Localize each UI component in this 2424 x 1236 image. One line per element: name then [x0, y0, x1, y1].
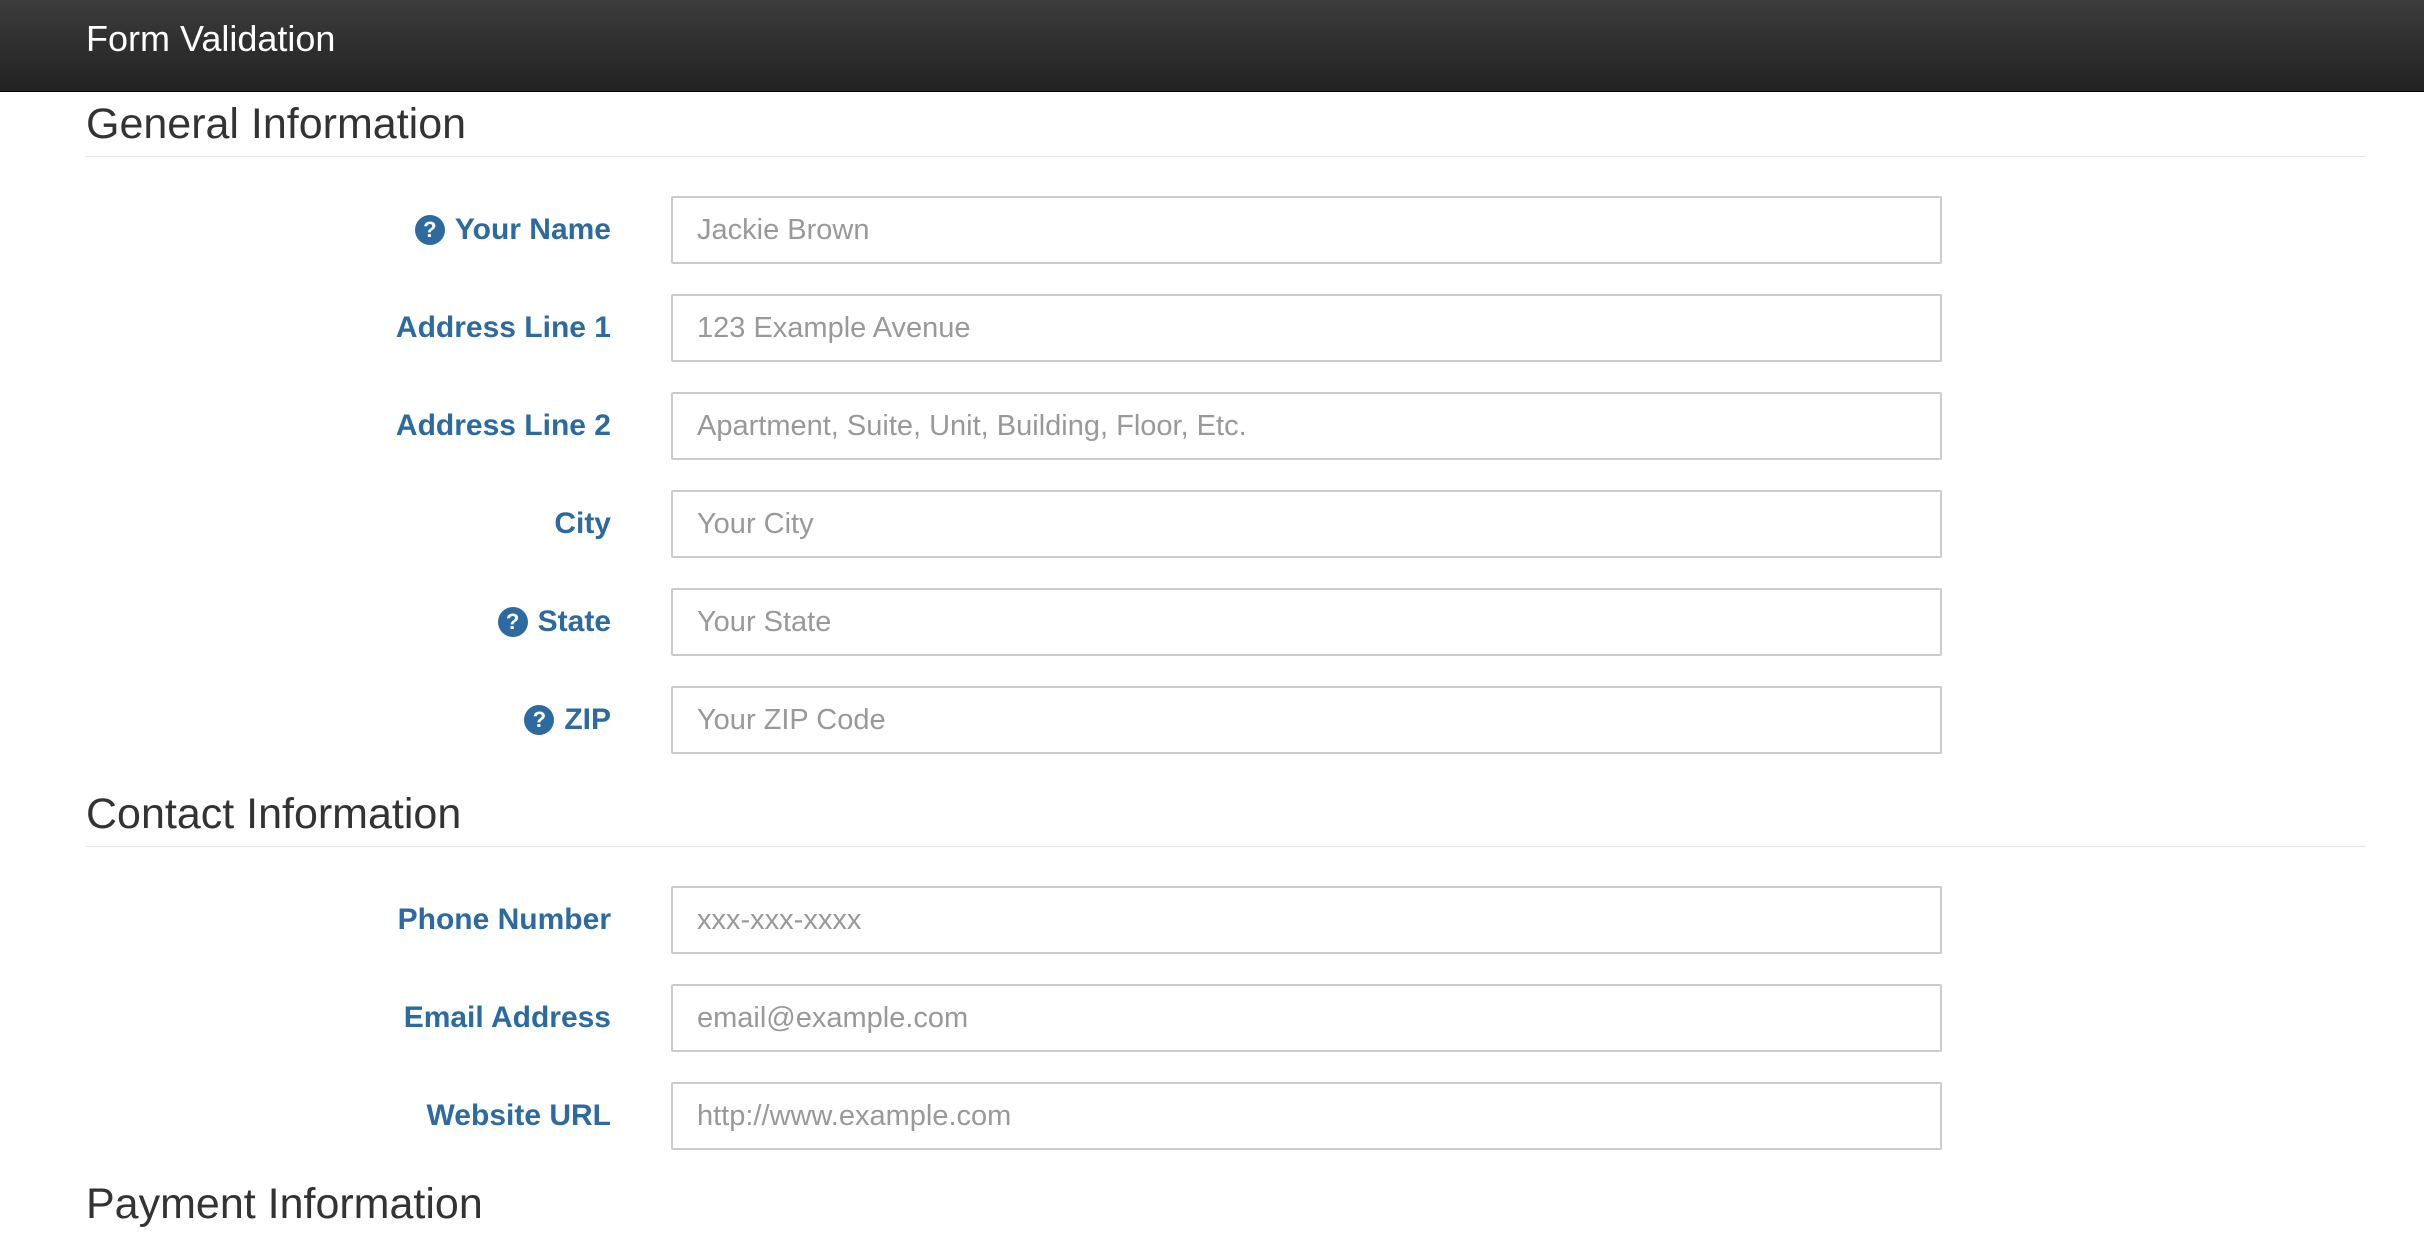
question-circle-icon[interactable]: ? [497, 607, 528, 637]
state-label: ? State [497, 588, 611, 656]
email-label-text: Email Address [403, 1001, 611, 1034]
form-row-address1: Address Line 1 [0, 294, 2424, 362]
website-label-text: Website URL [426, 1099, 611, 1132]
form-row-state: ? State [0, 588, 2424, 656]
form-row-email: Email Address [0, 984, 2424, 1052]
address1-label: Address Line 1 [396, 294, 611, 362]
phone-label-text: Phone Number [397, 903, 611, 936]
state-input[interactable] [671, 588, 1942, 656]
section-title-payment: Payment Information [86, 1180, 483, 1228]
question-circle-icon[interactable]: ? [414, 215, 445, 245]
top-navbar: Form Validation [0, 0, 2424, 92]
app-title[interactable]: Form Validation [86, 18, 335, 60]
phone-input[interactable] [671, 886, 1942, 954]
email-label: Email Address [404, 984, 611, 1052]
city-input[interactable] [671, 490, 1942, 558]
name-input[interactable] [671, 196, 1942, 264]
form-row-zip: ? ZIP [0, 686, 2424, 754]
section-title-general: General Information [86, 98, 2366, 157]
state-label-text: State [537, 605, 611, 638]
city-label: City [554, 490, 611, 558]
city-label-text: City [554, 507, 611, 540]
form-row-name: ? Your Name [0, 196, 2424, 264]
website-input[interactable] [671, 1082, 1942, 1150]
address2-input[interactable] [671, 392, 1942, 460]
address2-label: Address Line 2 [396, 392, 611, 460]
zip-label-text: ZIP [564, 703, 611, 736]
address1-input[interactable] [671, 294, 1942, 362]
form-row-address2: Address Line 2 [0, 392, 2424, 460]
phone-label: Phone Number [398, 886, 611, 954]
name-label: ? Your Name [414, 196, 611, 264]
zip-label: ? ZIP [524, 686, 611, 754]
website-label: Website URL [427, 1082, 611, 1150]
form-row-phone: Phone Number [0, 886, 2424, 954]
address1-label-text: Address Line 1 [395, 311, 611, 344]
email-input[interactable] [671, 984, 1942, 1052]
zip-input[interactable] [671, 686, 1942, 754]
form-row-city: City [0, 490, 2424, 558]
name-label-text: Your Name [454, 213, 611, 246]
section-title-contact: Contact Information [86, 788, 2366, 847]
address2-label-text: Address Line 2 [395, 409, 611, 442]
form-row-website: Website URL [0, 1082, 2424, 1150]
question-circle-icon[interactable]: ? [524, 705, 555, 735]
